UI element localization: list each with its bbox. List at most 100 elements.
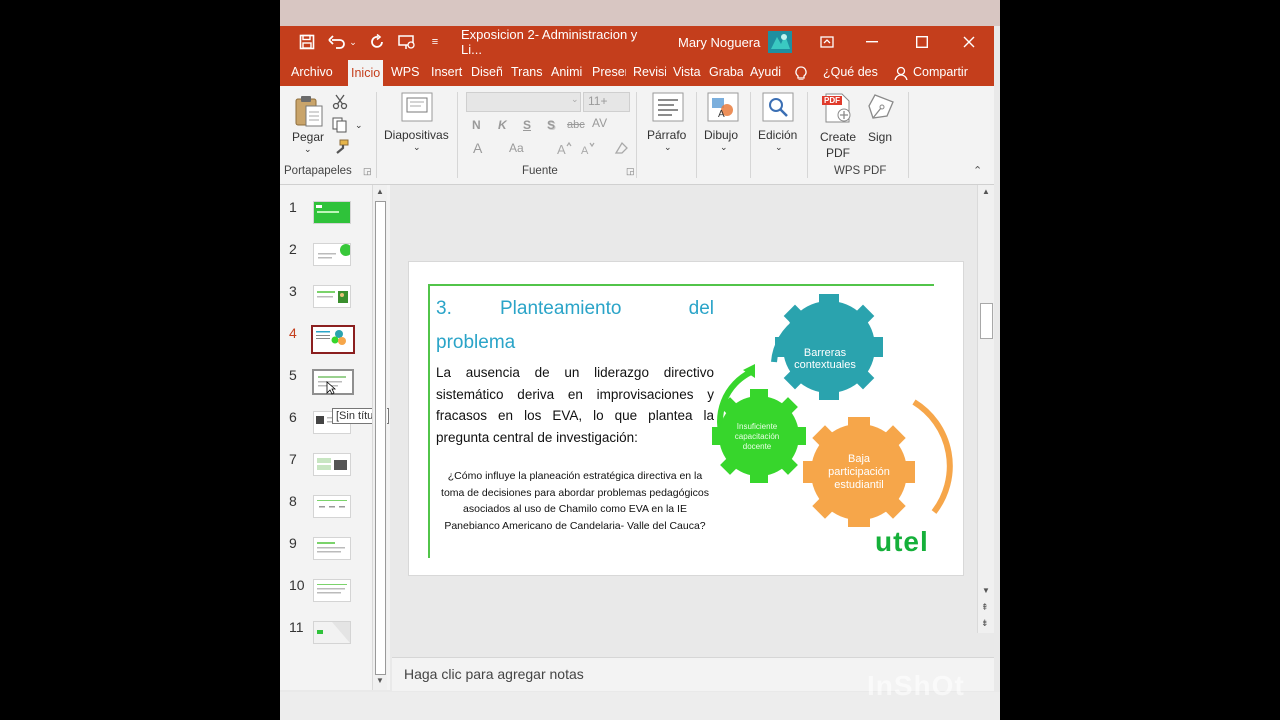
slide-thumb-4-selected[interactable] — [311, 325, 355, 354]
scroll-up-arrow-icon[interactable]: ▲ — [982, 187, 990, 196]
copy-icon[interactable] — [332, 117, 348, 136]
slide-body-text[interactable]: La ausencia de un liderazgo directivo si… — [436, 362, 714, 448]
undo-dropdown-icon[interactable]: ⌄ — [348, 26, 358, 58]
scroll-down-arrow-icon[interactable]: ▼ — [376, 676, 384, 685]
ribbon-display-options-icon[interactable] — [816, 26, 838, 58]
slide-thumb-1[interactable] — [313, 201, 351, 224]
svg-text:A: A — [718, 109, 725, 120]
maximize-icon[interactable] — [912, 26, 932, 58]
tab-insertar[interactable]: Insert — [431, 58, 464, 86]
notes-placeholder[interactable]: Haga clic para agregar notas — [404, 666, 584, 682]
sign-button[interactable]: Sign — [868, 130, 892, 144]
person-icon[interactable] — [894, 64, 908, 80]
slide-thumb-8[interactable] — [313, 495, 351, 518]
paragraph-icon[interactable] — [652, 92, 684, 125]
next-slide-icon[interactable]: ⇟ — [981, 618, 989, 629]
italic-button[interactable]: K — [498, 118, 507, 132]
font-dialog-launcher-icon[interactable]: ◲ — [626, 166, 635, 177]
tell-me-search[interactable]: ¿Qué des — [823, 58, 878, 86]
paste-icon[interactable] — [294, 94, 324, 131]
format-painter-icon[interactable] — [333, 139, 349, 158]
undo-icon[interactable] — [326, 26, 348, 58]
slide-heading-line2[interactable]: problema — [436, 332, 515, 354]
lightbulb-icon[interactable] — [795, 64, 807, 80]
paste-button[interactable]: Pegar — [292, 130, 324, 144]
paragraph-button[interactable]: Párrafo — [647, 128, 686, 142]
slide-thumb-11[interactable] — [313, 621, 351, 644]
svg-text:A: A — [557, 142, 566, 156]
dialog-launcher-icon[interactable]: ◲ — [363, 166, 372, 177]
scrollbar-thumb[interactable] — [375, 201, 386, 675]
change-case-button[interactable]: Aa — [509, 141, 524, 155]
tab-inicio[interactable]: Inicio — [348, 60, 384, 86]
scrollbar-thumb[interactable] — [980, 303, 993, 339]
editing-button[interactable]: Edición — [758, 128, 797, 142]
underline-button[interactable]: S — [523, 118, 531, 132]
thumbnails-scrollbar[interactable]: ▲ ▼ — [372, 185, 387, 690]
paste-dropdown-icon[interactable]: ⌄ — [304, 144, 312, 155]
current-slide[interactable]: 3. Planteamiento del problema La ausenci… — [408, 261, 964, 576]
inshot-watermark: InShOt — [867, 670, 965, 701]
strikethrough-button[interactable]: abc — [567, 119, 585, 131]
font-size-value: 11+ — [588, 94, 608, 108]
char-spacing-button[interactable]: AV — [592, 116, 607, 130]
shadow-button[interactable]: S — [547, 118, 555, 132]
drawing-button[interactable]: Dibujo — [704, 128, 738, 142]
tab-ayuda[interactable]: Ayudi — [750, 58, 783, 86]
tab-animaciones[interactable]: Animi — [551, 58, 584, 86]
font-name-dropdown-icon[interactable]: ⌄ — [571, 94, 579, 105]
slide-scrollbar[interactable]: ▲ ▼ ⇞ ⇟ — [977, 185, 994, 633]
separator — [696, 92, 697, 178]
bold-button[interactable]: N — [472, 118, 481, 132]
slide-heading-line1[interactable]: 3. Planteamiento del — [436, 298, 714, 324]
tab-wps[interactable]: WPS I — [391, 58, 424, 86]
customize-toolbar-icon[interactable]: ≡ — [428, 26, 442, 58]
slide-thumb-2[interactable] — [313, 243, 351, 266]
slide-thumb-7[interactable] — [313, 453, 351, 476]
minimize-icon[interactable] — [862, 26, 882, 58]
tab-presentacion[interactable]: Preser — [592, 58, 626, 86]
magnifier-icon[interactable] — [762, 92, 794, 125]
create-pdf-label-1[interactable]: Create — [820, 130, 856, 144]
slide-thumb-10[interactable] — [313, 579, 351, 602]
shrink-font-icon[interactable]: A — [580, 140, 596, 159]
drawing-icon[interactable]: A — [707, 92, 739, 125]
save-icon[interactable] — [296, 26, 318, 58]
cut-icon[interactable] — [332, 94, 348, 113]
tab-diseno[interactable]: Diseñ — [471, 58, 502, 86]
font-name-combo[interactable] — [466, 92, 581, 112]
slide-thumb-3[interactable] — [313, 285, 351, 308]
new-slide-icon[interactable] — [401, 92, 433, 125]
clear-formatting-icon[interactable] — [613, 140, 629, 159]
scroll-down-arrow-icon[interactable]: ▼ — [982, 586, 990, 595]
create-pdf-icon[interactable]: PDF — [822, 92, 854, 124]
share-button[interactable]: Compartir — [913, 58, 968, 86]
sign-icon[interactable] — [865, 92, 897, 127]
close-icon[interactable] — [959, 26, 979, 58]
previous-slide-icon[interactable]: ⇞ — [981, 602, 989, 613]
slide-thumb-9[interactable] — [313, 537, 351, 560]
drawing-dropdown-icon[interactable]: ⌄ — [720, 142, 728, 153]
tab-grabar[interactable]: Graba — [709, 58, 743, 86]
slideshow-icon[interactable] — [396, 26, 418, 58]
tab-transiciones[interactable]: Transi — [511, 58, 543, 86]
slide-research-question[interactable]: ¿Cómo influye la planeación estratégica … — [435, 468, 715, 534]
scroll-up-arrow-icon[interactable]: ▲ — [376, 187, 384, 196]
collapse-ribbon-icon[interactable]: ⌃ — [973, 164, 982, 177]
user-name[interactable]: Mary Noguera — [678, 26, 762, 58]
font-color-button[interactable]: A — [473, 140, 482, 156]
slides-button[interactable]: Diapositivas — [384, 128, 449, 142]
slides-dropdown-icon[interactable]: ⌄ — [413, 142, 421, 153]
paragraph-dropdown-icon[interactable]: ⌄ — [664, 142, 672, 153]
redo-icon[interactable] — [366, 26, 388, 58]
create-pdf-label-2[interactable]: PDF — [826, 146, 850, 160]
tab-archivo[interactable]: Archivo — [291, 58, 333, 86]
editing-dropdown-icon[interactable]: ⌄ — [775, 142, 783, 153]
tab-revisar[interactable]: Revisi — [633, 58, 666, 86]
user-avatar[interactable] — [768, 26, 792, 58]
tab-vista[interactable]: Vista — [673, 58, 701, 86]
copy-dropdown-icon[interactable]: ⌄ — [355, 120, 363, 131]
mouse-cursor-icon — [326, 381, 337, 400]
gears-diagram[interactable]: Barreras contextuales Insuficiente capac… — [709, 292, 964, 542]
grow-font-icon[interactable]: A — [556, 140, 572, 159]
